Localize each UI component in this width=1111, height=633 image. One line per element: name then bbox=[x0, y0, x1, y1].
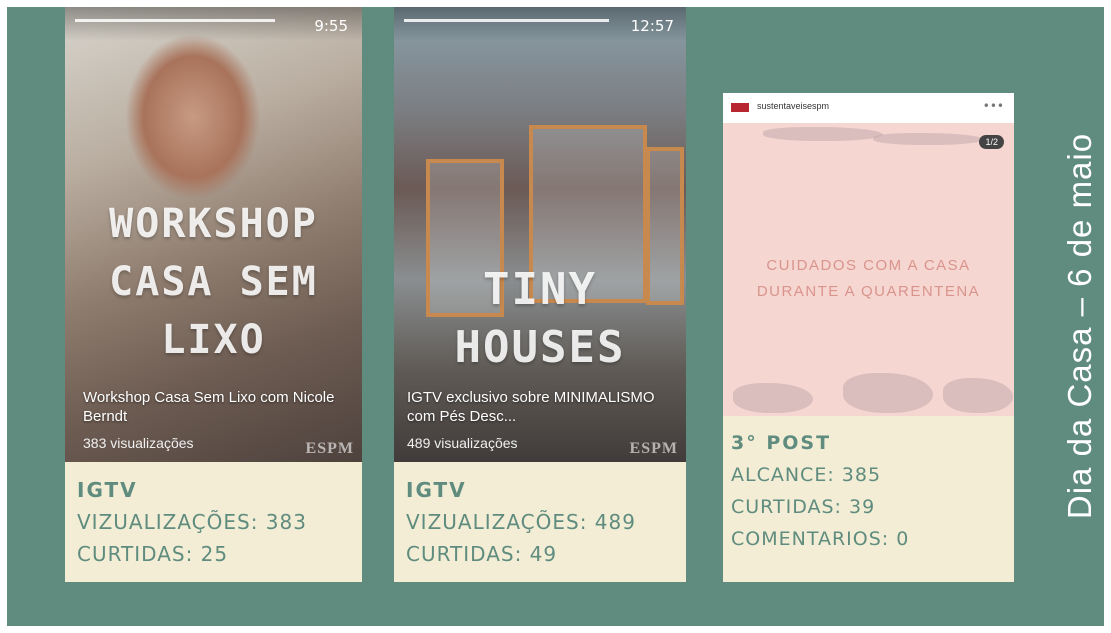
post-image[interactable]: sustentaveisespm ••• 1/2 CUIDADOS COM A … bbox=[723, 93, 1014, 416]
stat-reach: ALCANCE: 385 bbox=[731, 464, 882, 486]
stat-comments: COMENTARIOS: 0 bbox=[731, 528, 910, 550]
thumbnail-title: TINY HOUSES bbox=[394, 261, 686, 377]
video-view-count: 489 visualizações bbox=[407, 435, 518, 451]
thumbnail-title-line: HOUSES bbox=[454, 322, 626, 373]
brush-stroke-decoration bbox=[843, 373, 933, 413]
post-header: sustentaveisespm ••• bbox=[723, 93, 1014, 123]
thumbnail-title-line: LIXO bbox=[161, 317, 266, 363]
thumbnail-title: WORKSHOP CASA SEM LIXO bbox=[65, 195, 362, 369]
post-image-text-line: DURANTE A QUARENTENA bbox=[756, 283, 981, 300]
stat-likes: CURTIDAS: 39 bbox=[731, 496, 876, 518]
post-image-text: CUIDADOS COM A CASA DURANTE A QUARENTENA bbox=[723, 253, 1014, 305]
video-view-count: 383 visualizações bbox=[83, 435, 194, 451]
stats-panel: 3° POST ALCANCE: 385 CURTIDAS: 39 COMENT… bbox=[723, 416, 1014, 582]
thumbnail-title-line: WORKSHOP bbox=[109, 201, 318, 247]
thumbnail-title-line: TINY bbox=[483, 264, 597, 315]
brush-stroke-decoration bbox=[763, 127, 883, 141]
espm-logo: ESPM bbox=[629, 440, 678, 457]
igtv-thumbnail[interactable]: 9:55 WORKSHOP CASA SEM LIXO Workshop Cas… bbox=[65, 7, 362, 462]
post-image-text-line: CUIDADOS COM A CASA bbox=[766, 257, 971, 274]
stats-heading: IGTV bbox=[77, 478, 138, 502]
stat-likes: CURTIDAS: 25 bbox=[77, 542, 229, 566]
video-caption-title: Workshop Casa Sem Lixo com Nicole Berndt bbox=[83, 389, 335, 425]
brush-stroke-decoration bbox=[943, 378, 1013, 413]
post-username[interactable]: sustentaveisespm bbox=[757, 101, 829, 111]
story-progress-bar bbox=[404, 19, 609, 22]
video-time: 9:55 bbox=[314, 17, 348, 35]
video-caption-title: IGTV exclusivo sobre MINIMALISMO com Pés… bbox=[407, 389, 655, 425]
espm-logo-icon bbox=[731, 103, 749, 112]
stat-views: VIZUALIZAÇÕES: 489 bbox=[406, 510, 636, 534]
stats-panel: IGTV VIZUALIZAÇÕES: 489 CURTIDAS: 49 bbox=[394, 462, 686, 582]
brush-stroke-decoration bbox=[733, 383, 813, 413]
stats-heading: IGTV bbox=[406, 478, 467, 502]
slide: 9:55 WORKSHOP CASA SEM LIXO Workshop Cas… bbox=[7, 7, 1104, 626]
thumbnail-title-line: CASA SEM bbox=[109, 259, 318, 305]
espm-logo: ESPM bbox=[305, 440, 354, 457]
stats-heading: 3° POST bbox=[731, 432, 832, 454]
stat-views: VIZUALIZAÇÕES: 383 bbox=[77, 510, 307, 534]
stat-likes: CURTIDAS: 49 bbox=[406, 542, 558, 566]
more-options-icon[interactable]: ••• bbox=[983, 99, 1004, 113]
story-progress-bar bbox=[75, 19, 275, 22]
side-title: Dia da Casa – 6 de maio bbox=[1061, 132, 1098, 520]
igtv-thumbnail[interactable]: 12:57 TINY HOUSES IGTV exclusivo sobre M… bbox=[394, 7, 686, 462]
video-time: 12:57 bbox=[630, 17, 674, 35]
carousel-counter: 1/2 bbox=[979, 135, 1004, 149]
brush-stroke-decoration bbox=[873, 133, 983, 145]
stats-panel: IGTV VIZUALIZAÇÕES: 383 CURTIDAS: 25 bbox=[65, 462, 362, 582]
